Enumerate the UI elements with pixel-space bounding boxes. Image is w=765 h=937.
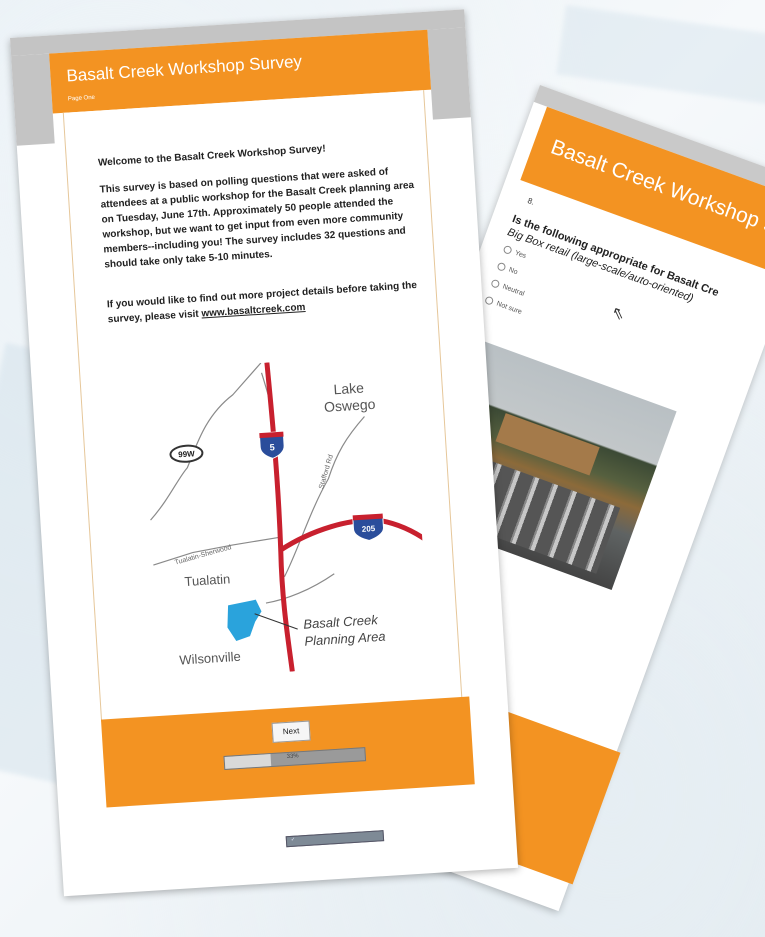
- progress-fill: [224, 754, 272, 769]
- interstate-5-label: 5: [269, 442, 275, 452]
- store-building: [495, 413, 600, 476]
- stafford-rd-label: Stafford Rd: [318, 454, 335, 490]
- highway-99w-shield: 99W: [169, 444, 204, 463]
- option-label: Yes: [513, 249, 527, 261]
- lake-oswego-label: Lake: [333, 379, 365, 397]
- survey-title: Basalt Creek Workshop Survey: [65, 51, 303, 86]
- radio-button[interactable]: [484, 295, 495, 306]
- badge-check-icon: ✓: [290, 836, 296, 843]
- survey-page-one: Basalt Creek Workshop Survey Page One We…: [10, 9, 519, 897]
- leader-line: [254, 613, 298, 630]
- radio-button[interactable]: [490, 278, 501, 289]
- mouse-pointer-icon: ⇖: [608, 303, 628, 325]
- interstate-205-shield: 205: [352, 513, 384, 541]
- page-gutter: [427, 27, 471, 120]
- survey-title: Basalt Creek Workshop Su: [547, 135, 765, 244]
- basalt-creek-map: 99W 5 205 Lake Oswego Stafford Rd Tualat…: [150, 362, 429, 672]
- planning-area-shape: [227, 599, 262, 641]
- option-neutral[interactable]: Neutral: [490, 278, 526, 298]
- progress-bar: 33%: [223, 747, 367, 770]
- page-indicator: Page One: [67, 94, 96, 103]
- road-line: [265, 573, 335, 604]
- option-no[interactable]: No: [496, 261, 519, 277]
- option-not-sure[interactable]: Not sure: [484, 295, 523, 316]
- lake-oswego-label: Oswego: [324, 396, 376, 415]
- radio-button[interactable]: [496, 261, 507, 272]
- radio-button[interactable]: [502, 244, 513, 256]
- option-label: Neutral: [501, 283, 526, 298]
- background-shape: [556, 5, 765, 105]
- interstate-205-label: 205: [362, 524, 376, 534]
- wilsonville-label: Wilsonville: [179, 649, 241, 668]
- highway-99w-label: 99W: [178, 449, 195, 459]
- option-label: Not sure: [495, 300, 523, 317]
- option-yes[interactable]: Yes: [502, 244, 528, 261]
- question-number: 8.: [526, 196, 536, 207]
- option-label: No: [507, 266, 519, 277]
- next-button[interactable]: Next: [271, 720, 311, 743]
- road-line: [283, 416, 365, 578]
- tualatin-label: Tualatin: [184, 571, 231, 589]
- planning-area-label: Planning Area: [304, 629, 386, 649]
- road-line: [150, 362, 262, 521]
- progress-percent: 33%: [286, 753, 299, 761]
- surveymonkey-badge[interactable]: ✓: [285, 830, 385, 848]
- interstate-5-shield: 5: [258, 431, 285, 459]
- page-gutter: [11, 53, 55, 146]
